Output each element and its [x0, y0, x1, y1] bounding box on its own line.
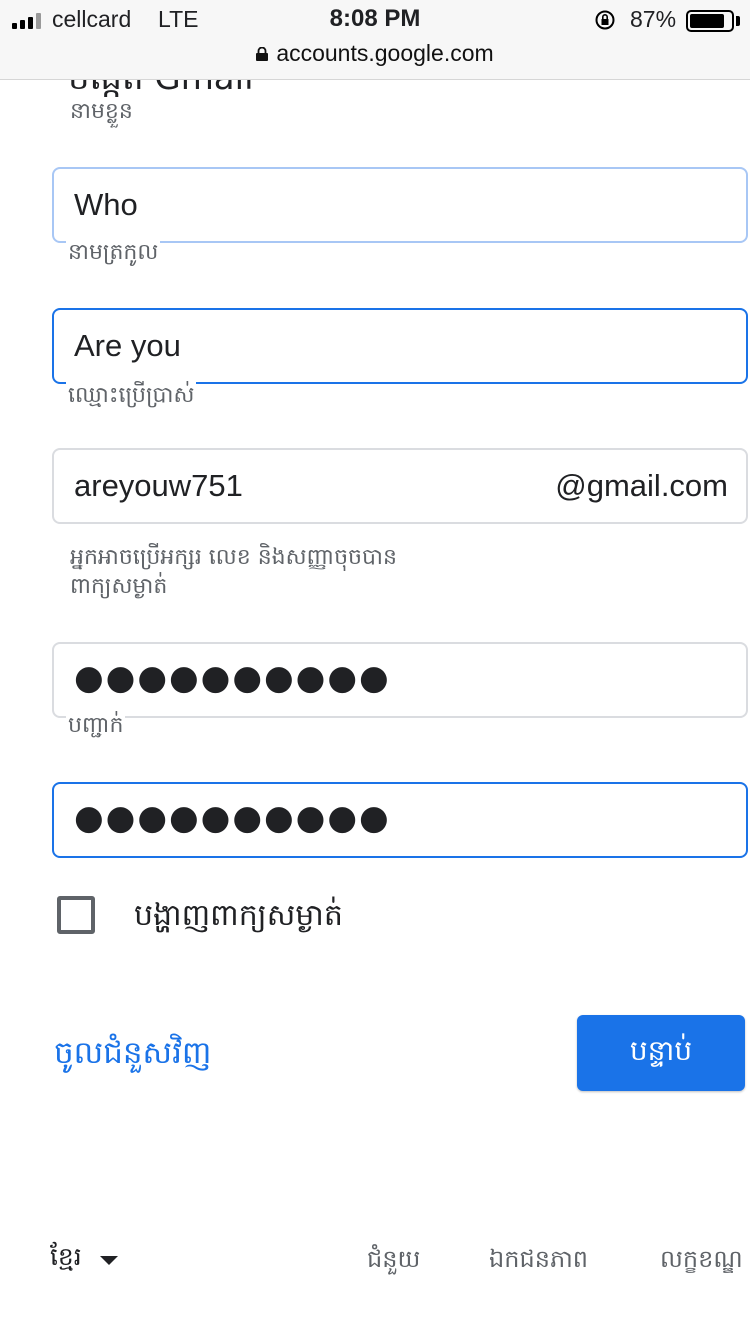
password-value: ●●●●●●●●●●: [74, 658, 391, 698]
confirm-label: បញ្ជាក់: [66, 711, 126, 743]
url-domain: accounts.google.com: [276, 40, 494, 66]
confirm-password-value: ●●●●●●●●●●: [74, 798, 391, 838]
username-label: ឈ្មោះប្រើប្រាស់: [66, 381, 197, 413]
privacy-link[interactable]: ឯកជនភាព: [489, 1244, 588, 1279]
gmail-suffix: @gmail.com: [555, 468, 728, 503]
help-link[interactable]: ជំនួយ: [367, 1244, 420, 1279]
terms-link[interactable]: លក្ខខណ្ឌ: [660, 1244, 743, 1279]
lock-icon: [256, 47, 269, 61]
last-name-field[interactable]: Are you: [52, 308, 748, 384]
battery-icon: [686, 10, 734, 32]
confirm-password-field[interactable]: ●●●●●●●●●●: [52, 782, 748, 858]
rotation-lock-icon: [595, 10, 615, 30]
battery-nub: [736, 16, 740, 26]
ios-status-bar: cellcard LTE 8:08 PM 87% accounts.google…: [0, 0, 750, 80]
chevron-down-icon: [99, 1255, 118, 1265]
password-field[interactable]: ●●●●●●●●●●: [52, 642, 748, 718]
first-name-value: Who: [74, 187, 138, 222]
first-name-field[interactable]: Who: [52, 167, 748, 243]
language-selector[interactable]: ខ្មែរ: [50, 1242, 118, 1278]
last-name-label: នាមត្រកូល: [66, 238, 161, 270]
username-hint: អ្នកអាចប្រើអក្សរ លេខ និងសញ្ញាចុចបាន: [70, 545, 397, 570]
address-bar[interactable]: accounts.google.com: [0, 40, 750, 67]
language-label: ខ្មែរ: [50, 1242, 82, 1271]
password-label: ពាក្យសម្ងាត់: [70, 574, 168, 599]
battery-fill: [690, 14, 725, 28]
sign-in-instead-link[interactable]: ចូលជំនួសវិញ: [54, 1034, 211, 1079]
first-name-label: នាមខ្លួន: [68, 97, 135, 129]
battery-percent: 87%: [630, 6, 677, 32]
last-name-value: Are you: [74, 328, 181, 363]
show-password-checkbox[interactable]: [57, 896, 95, 934]
show-password-label[interactable]: បង្ហាញពាក្យសម្ងាត់: [134, 896, 343, 940]
next-button[interactable]: បន្ទាប់: [577, 1015, 745, 1091]
username-value: areyouw751: [74, 468, 243, 503]
username-field[interactable]: areyouw751 @gmail.com: [52, 448, 748, 524]
